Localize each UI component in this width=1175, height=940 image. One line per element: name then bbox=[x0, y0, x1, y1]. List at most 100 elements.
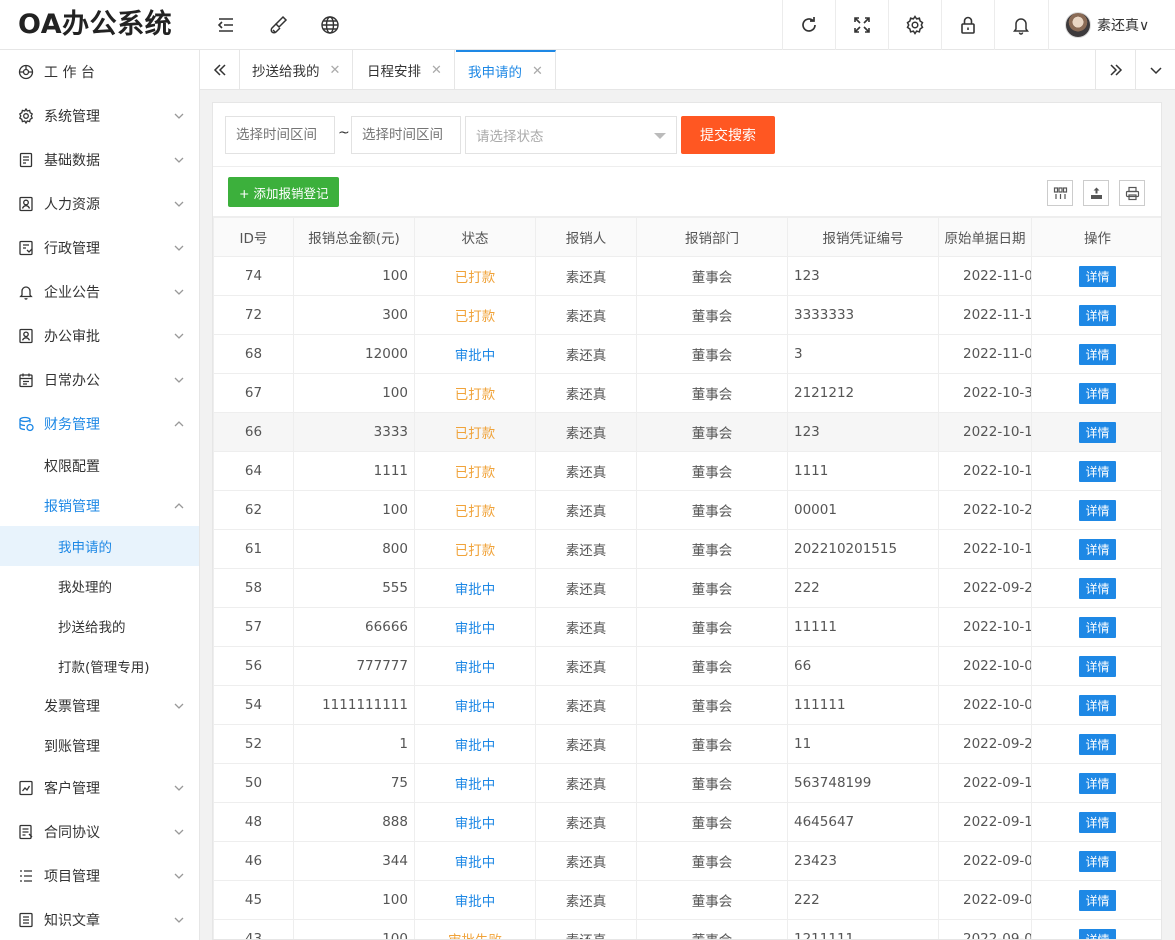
tab-my-applications[interactable]: 我申请的 ✕ bbox=[456, 50, 556, 90]
search-button[interactable]: 提交搜索 bbox=[681, 116, 775, 154]
detail-button[interactable]: 详情 bbox=[1079, 733, 1116, 755]
refresh-icon[interactable] bbox=[782, 0, 834, 50]
tab-menu-chevron-down-icon[interactable] bbox=[1135, 50, 1175, 90]
chevron-up-icon bbox=[174, 421, 184, 427]
export-icon[interactable] bbox=[1083, 180, 1109, 206]
detail-button[interactable]: 详情 bbox=[1079, 811, 1116, 833]
sidebar-item-approval[interactable]: 办公审批 bbox=[0, 314, 199, 358]
column-header-status[interactable]: 状态 bbox=[414, 217, 536, 257]
calendar-icon bbox=[18, 372, 34, 388]
sidebar-sub-reimburse[interactable]: 报销管理 bbox=[0, 486, 199, 526]
tab-cc-to-me[interactable]: 抄送给我的 ✕ bbox=[240, 50, 354, 90]
columns-icon[interactable] bbox=[1047, 180, 1073, 206]
sidebar-sub-permission[interactable]: 权限配置 bbox=[0, 446, 199, 486]
print-icon[interactable] bbox=[1119, 180, 1145, 206]
cell-status: 审批失败 bbox=[414, 919, 536, 939]
menu-fold-icon[interactable] bbox=[200, 0, 252, 50]
cell-status: 审批中 bbox=[414, 685, 536, 725]
detail-button[interactable]: 详情 bbox=[1079, 694, 1116, 716]
table-row: 56777777 审批中 素还真董事会662022-10-05 详情 bbox=[213, 646, 1161, 686]
sidebar-item-label: 项目管理 bbox=[44, 869, 100, 885]
lock-icon[interactable] bbox=[941, 0, 993, 50]
cell-date: 2022-10-21 bbox=[938, 490, 1032, 530]
start-date-input[interactable] bbox=[225, 116, 335, 154]
sidebar-item-label: 企业公告 bbox=[44, 285, 100, 301]
detail-button[interactable]: 详情 bbox=[1079, 343, 1116, 365]
gear-icon[interactable] bbox=[888, 0, 940, 50]
detail-button[interactable]: 详情 bbox=[1079, 772, 1116, 794]
close-icon[interactable]: ✕ bbox=[330, 63, 341, 78]
cell-id: 54 bbox=[213, 685, 294, 725]
sidebar-item-project[interactable]: 项目管理 bbox=[0, 854, 199, 898]
add-reimbursement-button[interactable]: + 添加报销登记 bbox=[228, 177, 340, 207]
column-header-amount[interactable]: 报销总金额(元) bbox=[293, 217, 415, 257]
detail-button[interactable]: 详情 bbox=[1079, 382, 1116, 404]
sidebar: 工 作 台 系统管理 基础数据 人力资源 行政管理 企业公告 办公审批 日常办公… bbox=[0, 50, 200, 940]
globe-icon[interactable] bbox=[304, 0, 356, 50]
cell-action: 详情 bbox=[1031, 295, 1161, 335]
sidebar-leaf-my-applications[interactable]: 我申请的 bbox=[0, 526, 199, 566]
tab-scroll-right-icon[interactable] bbox=[1095, 50, 1135, 90]
sidebar-leaf-payment-admin[interactable]: 打款(管理专用) bbox=[0, 646, 199, 686]
status-select[interactable]: 请选择状态 bbox=[465, 116, 677, 154]
cell-dept: 董事会 bbox=[636, 646, 788, 686]
system-icon bbox=[18, 108, 34, 124]
tab-scroll-left-icon[interactable] bbox=[200, 50, 240, 90]
cell-voucher: 1111 bbox=[787, 451, 939, 491]
sidebar-item-finance[interactable]: 财务管理 bbox=[0, 402, 199, 446]
detail-button[interactable]: 详情 bbox=[1079, 655, 1116, 677]
column-header-id[interactable]: ID号 bbox=[213, 217, 294, 257]
sidebar-item-contract[interactable]: 合同协议 bbox=[0, 810, 199, 854]
column-header-dept[interactable]: 报销部门 bbox=[636, 217, 788, 257]
detail-button[interactable]: 详情 bbox=[1079, 421, 1116, 443]
sidebar-item-hr[interactable]: 人力资源 bbox=[0, 182, 199, 226]
sidebar-item-notice[interactable]: 企业公告 bbox=[0, 270, 199, 314]
detail-button[interactable]: 详情 bbox=[1079, 889, 1116, 911]
cell-status: 审批中 bbox=[414, 763, 536, 803]
detail-button[interactable]: 详情 bbox=[1079, 265, 1116, 287]
sidebar-item-customer[interactable]: 客户管理 bbox=[0, 766, 199, 810]
close-icon[interactable]: ✕ bbox=[532, 64, 543, 79]
status-text: 审批中 bbox=[454, 777, 496, 793]
column-header-person[interactable]: 报销人 bbox=[535, 217, 637, 257]
table-row: 62100 已打款 素还真董事会000012022-10-21 详情 bbox=[213, 490, 1161, 530]
detail-button[interactable]: 详情 bbox=[1079, 304, 1116, 326]
cell-date: 2022-09-28 bbox=[938, 724, 1032, 764]
column-header-date[interactable]: 原始单据日期 bbox=[938, 217, 1032, 257]
fullscreen-icon[interactable] bbox=[835, 0, 887, 50]
detail-button[interactable]: 详情 bbox=[1079, 577, 1116, 599]
detail-button[interactable]: 详情 bbox=[1079, 538, 1116, 560]
sidebar-sub-arrival[interactable]: 到账管理 bbox=[0, 726, 199, 766]
detail-button[interactable]: 详情 bbox=[1079, 499, 1116, 521]
cell-id: 56 bbox=[213, 646, 294, 686]
sidebar-item-article[interactable]: 知识文章 bbox=[0, 898, 199, 940]
cell-date: 2022-09-04 bbox=[938, 880, 1032, 920]
sidebar-item-system[interactable]: 系统管理 bbox=[0, 94, 199, 138]
end-date-input[interactable] bbox=[351, 116, 461, 154]
close-icon[interactable]: ✕ bbox=[431, 63, 442, 78]
detail-button[interactable]: 详情 bbox=[1079, 928, 1116, 939]
sidebar-item-dashboard[interactable]: 工 作 台 bbox=[0, 50, 199, 94]
dashboard-icon bbox=[18, 64, 34, 80]
sidebar-item-daily[interactable]: 日常办公 bbox=[0, 358, 199, 402]
detail-button[interactable]: 详情 bbox=[1079, 616, 1116, 638]
sidebar-leaf-my-handled[interactable]: 我处理的 bbox=[0, 566, 199, 606]
user-name: 素还真∨ bbox=[1097, 18, 1150, 34]
tab-label: 我申请的 bbox=[468, 65, 522, 81]
detail-button[interactable]: 详情 bbox=[1079, 460, 1116, 482]
sidebar-item-admin[interactable]: 行政管理 bbox=[0, 226, 199, 270]
cell-person: 素还真 bbox=[535, 568, 637, 608]
sidebar-leaf-cc-to-me[interactable]: 抄送给我的 bbox=[0, 606, 199, 646]
column-header-voucher[interactable]: 报销凭证编号 bbox=[787, 217, 939, 257]
bell-icon[interactable] bbox=[994, 0, 1046, 50]
sidebar-item-base-data[interactable]: 基础数据 bbox=[0, 138, 199, 182]
sidebar-sub-invoice[interactable]: 发票管理 bbox=[0, 686, 199, 726]
brush-icon[interactable] bbox=[252, 0, 304, 50]
cell-action: 详情 bbox=[1031, 568, 1161, 608]
detail-button[interactable]: 详情 bbox=[1079, 850, 1116, 872]
user-menu[interactable]: 素还真∨ bbox=[1048, 0, 1175, 50]
cell-status: 审批中 bbox=[414, 607, 536, 647]
tab-schedule[interactable]: 日程安排 ✕ bbox=[355, 50, 455, 90]
table-row: 48888 审批中 素还真董事会46456472022-09-13 详情 bbox=[213, 802, 1161, 842]
cell-date: 2022-11-10 bbox=[938, 295, 1032, 335]
